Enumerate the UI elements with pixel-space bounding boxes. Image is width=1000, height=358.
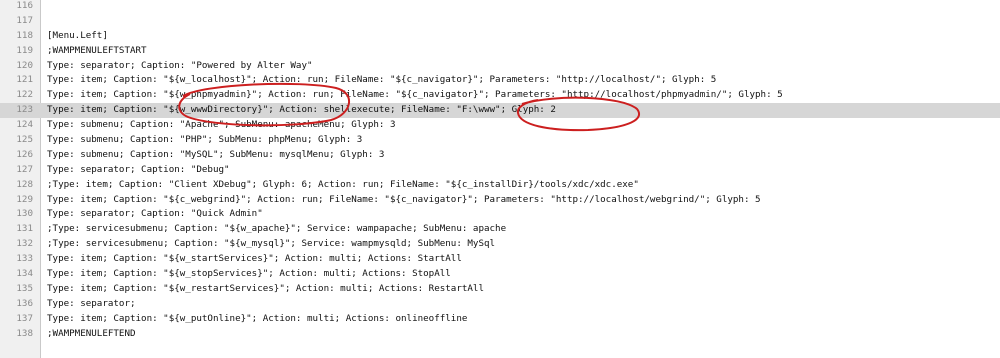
line-text: ;WAMPMENULEFTSTART (47, 44, 147, 56)
code-line-132[interactable]: 132 ;Type: servicesubmenu; Caption: "${w_… (0, 237, 1000, 252)
line-text: Type: submenu; Caption: "MySQL"; SubMenu… (47, 148, 385, 160)
line-text: Type: item; Caption: "${w_restartService… (47, 282, 484, 294)
code-line-130[interactable]: 130 Type: separator; Caption: "Quick Admi… (0, 207, 1000, 222)
code-line-119[interactable]: 119 ;WAMPMENULEFTSTART (0, 44, 1000, 59)
code-line-134[interactable]: 134 Type: item; Caption: "${w_stopService… (0, 267, 1000, 282)
code-line-122[interactable]: 122 Type: item; Caption: "${w_phpmyadmin}… (0, 88, 1000, 103)
line-text: Type: separator; Caption: "Debug" (47, 163, 230, 175)
line-number: 130 (16, 208, 33, 220)
code-line-136[interactable]: 136 Type: separator; (0, 297, 1000, 312)
code-area[interactable]: 116 117 118 [Menu.Left] 119 ;WAMPMENULEFTS… (0, 0, 1000, 341)
line-text: Type: item; Caption: "${w_startServices}… (47, 253, 462, 265)
code-line-123-highlighted[interactable]: 123 Type: item; Caption: "${w_wwwDirector… (0, 103, 1000, 119)
line-number: 116 (16, 0, 33, 11)
line-number: 121 (16, 74, 33, 86)
line-number: 128 (16, 178, 33, 190)
code-line-127[interactable]: 127 Type: separator; Caption: "Debug" (0, 163, 1000, 178)
line-text: Type: item; Caption: "${w_stopServices}"… (47, 268, 451, 280)
line-number: 117 (16, 14, 33, 26)
code-line-133[interactable]: 133 Type: item; Caption: "${w_startServic… (0, 252, 1000, 267)
line-number: 120 (16, 59, 33, 71)
line-text: Type: item; Caption: "${w_localhost}"; A… (47, 74, 717, 86)
line-text: Type: item; Caption: "${w_phpmyadmin}"; … (47, 89, 783, 101)
code-line-116[interactable]: 116 (0, 0, 1000, 14)
line-number: 134 (16, 268, 33, 280)
line-text: Type: item; Caption: "${c_webgrind}"; Ac… (47, 193, 761, 205)
line-number: 129 (16, 193, 33, 205)
code-line-124[interactable]: 124 Type: submenu; Caption: "Apache"; Sub… (0, 118, 1000, 133)
code-line-137[interactable]: 137 Type: item; Caption: "${w_putOnline}"… (0, 312, 1000, 327)
line-number: 122 (16, 89, 33, 101)
line-number: 126 (16, 148, 33, 160)
line-text: ;WAMPMENULEFTEND (47, 327, 136, 339)
code-line-138[interactable]: 138 ;WAMPMENULEFTEND (0, 327, 1000, 342)
line-number: 133 (16, 253, 33, 265)
line-text: ;Type: item; Caption: "Client XDebug"; G… (47, 178, 639, 190)
line-text: ;Type: servicesubmenu; Caption: "${w_apa… (47, 223, 507, 235)
line-text: Type: separator; Caption: "Powered by Al… (47, 59, 313, 71)
line-number: 136 (16, 297, 33, 309)
code-line-120[interactable]: 120 Type: separator; Caption: "Powered by… (0, 59, 1000, 74)
code-line-135[interactable]: 135 Type: item; Caption: "${w_restartServ… (0, 282, 1000, 297)
code-line-129[interactable]: 129 Type: item; Caption: "${c_webgrind}";… (0, 193, 1000, 208)
line-number: 135 (16, 282, 33, 294)
line-number: 118 (16, 29, 33, 41)
line-text: Type: separator; (47, 297, 136, 309)
line-number: 127 (16, 163, 33, 175)
code-line-128[interactable]: 128 ;Type: item; Caption: "Client XDebug"… (0, 178, 1000, 193)
line-number: 119 (16, 44, 33, 56)
line-number: 137 (16, 312, 33, 324)
line-number: 125 (16, 134, 33, 146)
line-number: 138 (16, 327, 33, 339)
code-line-118[interactable]: 118 [Menu.Left] (0, 29, 1000, 44)
code-line-131[interactable]: 131 ;Type: servicesubmenu; Caption: "${w_… (0, 222, 1000, 237)
line-text: ;Type: servicesubmenu; Caption: "${w_mys… (47, 238, 496, 250)
line-text: Type: item; Caption: "${w_putOnline}"; A… (47, 312, 468, 324)
line-text: Type: item; Caption: "${w_wwwDirectory}"… (47, 104, 556, 116)
code-line-121[interactable]: 121 Type: item; Caption: "${w_localhost}"… (0, 73, 1000, 88)
code-line-117[interactable]: 117 (0, 14, 1000, 29)
line-number: 124 (16, 119, 33, 131)
text-editor[interactable]: 116 117 118 [Menu.Left] 119 ;WAMPMENULEFTS… (0, 0, 1000, 358)
line-number: 123 (16, 104, 33, 116)
line-text: Type: separator; Caption: "Quick Admin" (47, 208, 263, 220)
line-text: Type: submenu; Caption: "PHP"; SubMenu: … (47, 134, 363, 146)
line-text: [Menu.Left] (47, 29, 108, 41)
line-text: Type: submenu; Caption: "Apache"; SubMen… (47, 119, 396, 131)
code-line-126[interactable]: 126 Type: submenu; Caption: "MySQL"; SubM… (0, 148, 1000, 163)
line-number: 131 (16, 223, 33, 235)
line-number: 132 (16, 238, 33, 250)
code-line-125[interactable]: 125 Type: submenu; Caption: "PHP"; SubMen… (0, 133, 1000, 148)
